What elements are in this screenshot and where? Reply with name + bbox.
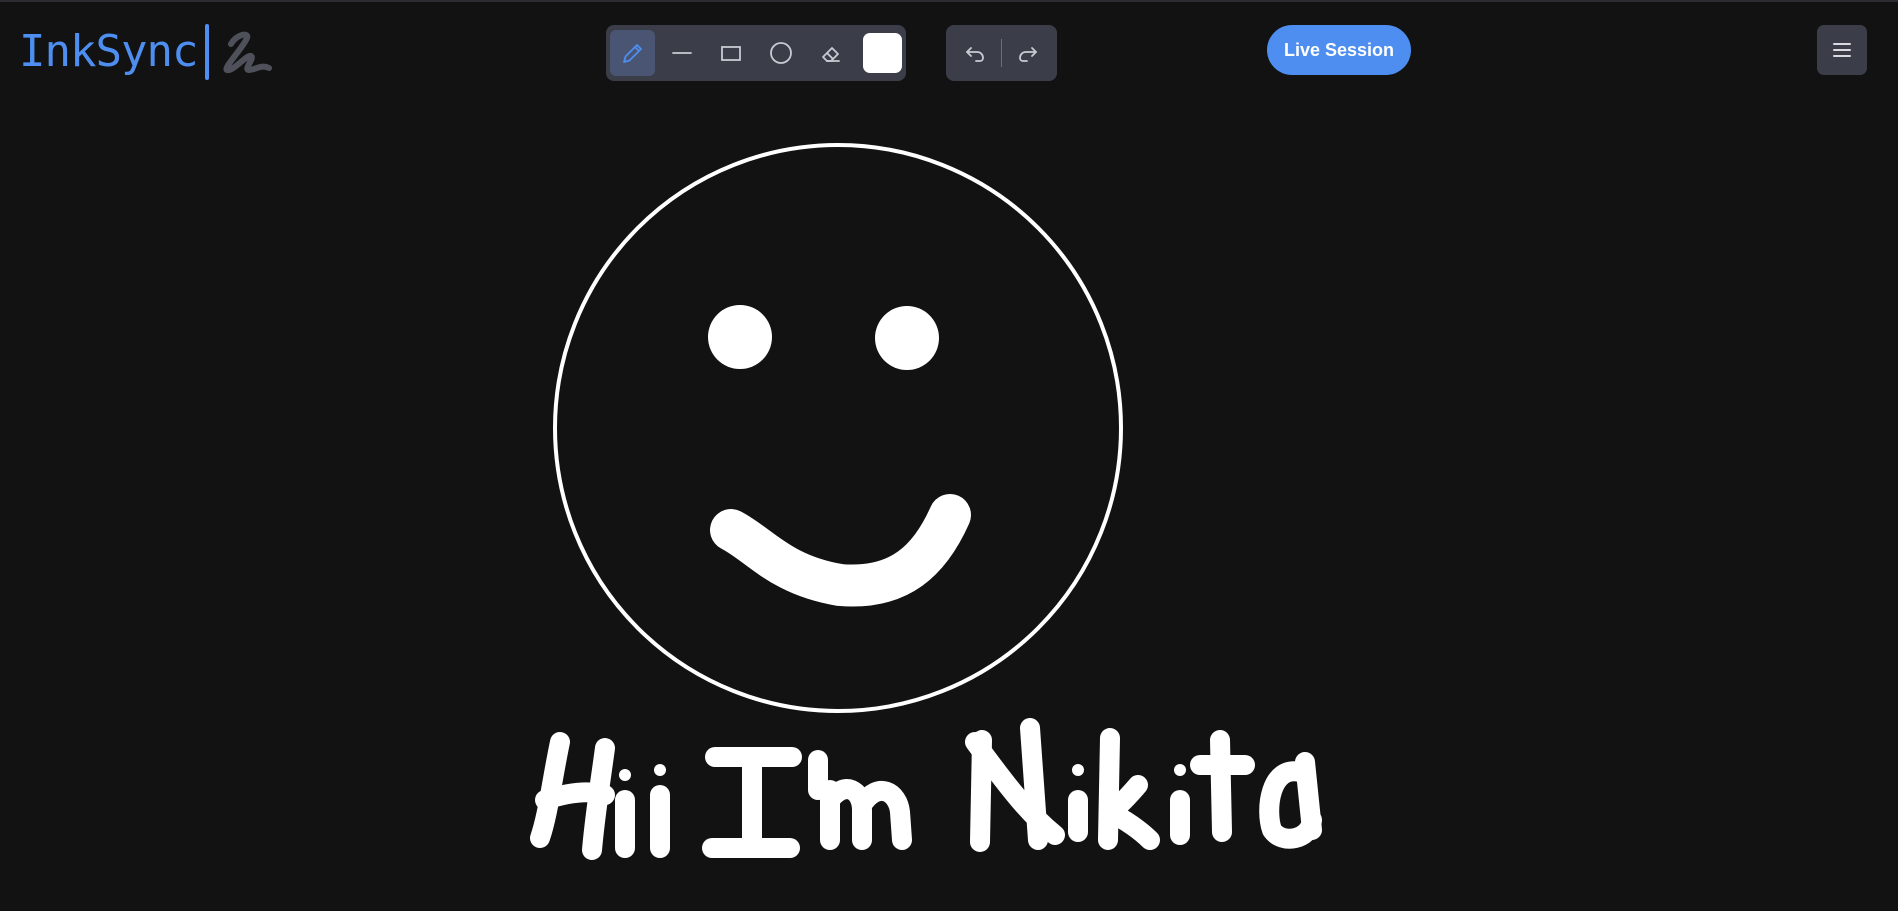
drawn-smile — [710, 494, 971, 607]
drawn-left-eye — [708, 305, 772, 369]
canvas-drawing — [530, 143, 1322, 860]
inksync-app: InkSync Live Session — [0, 0, 1898, 911]
drawn-face-circle — [553, 143, 1123, 713]
handwritten-greeting — [530, 718, 1322, 860]
drawn-right-eye — [875, 306, 939, 370]
drawing-canvas[interactable] — [0, 86, 1898, 911]
